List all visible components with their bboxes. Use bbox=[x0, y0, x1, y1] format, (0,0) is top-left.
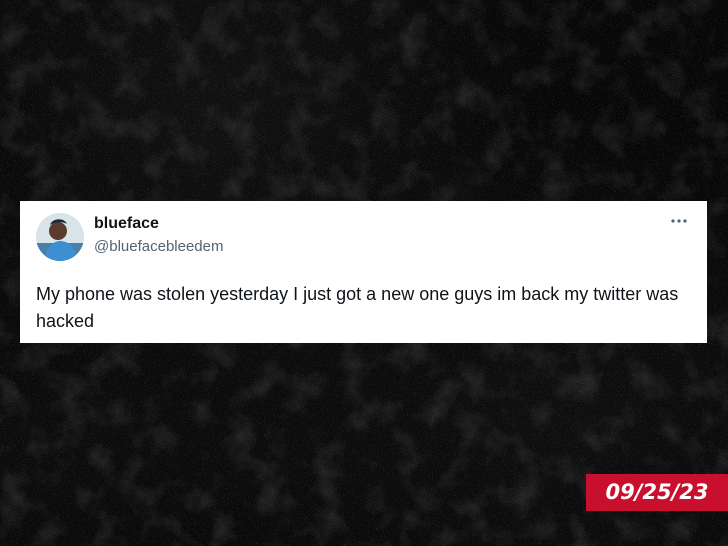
display-name[interactable]: blueface bbox=[94, 215, 159, 233]
tweet-text: My phone was stolen yesterday I just got… bbox=[36, 284, 679, 331]
date-badge: 09/25/23 bbox=[586, 474, 728, 511]
avatar-image bbox=[36, 213, 84, 261]
tweet-card: blueface @bluefacebleedem My phone was s… bbox=[20, 201, 707, 343]
user-handle[interactable]: @bluefacebleedem bbox=[94, 238, 223, 255]
grunge-background: blueface @bluefacebleedem My phone was s… bbox=[0, 0, 728, 546]
profile-avatar[interactable] bbox=[36, 213, 84, 261]
more-horizontal-icon[interactable] bbox=[667, 213, 691, 229]
